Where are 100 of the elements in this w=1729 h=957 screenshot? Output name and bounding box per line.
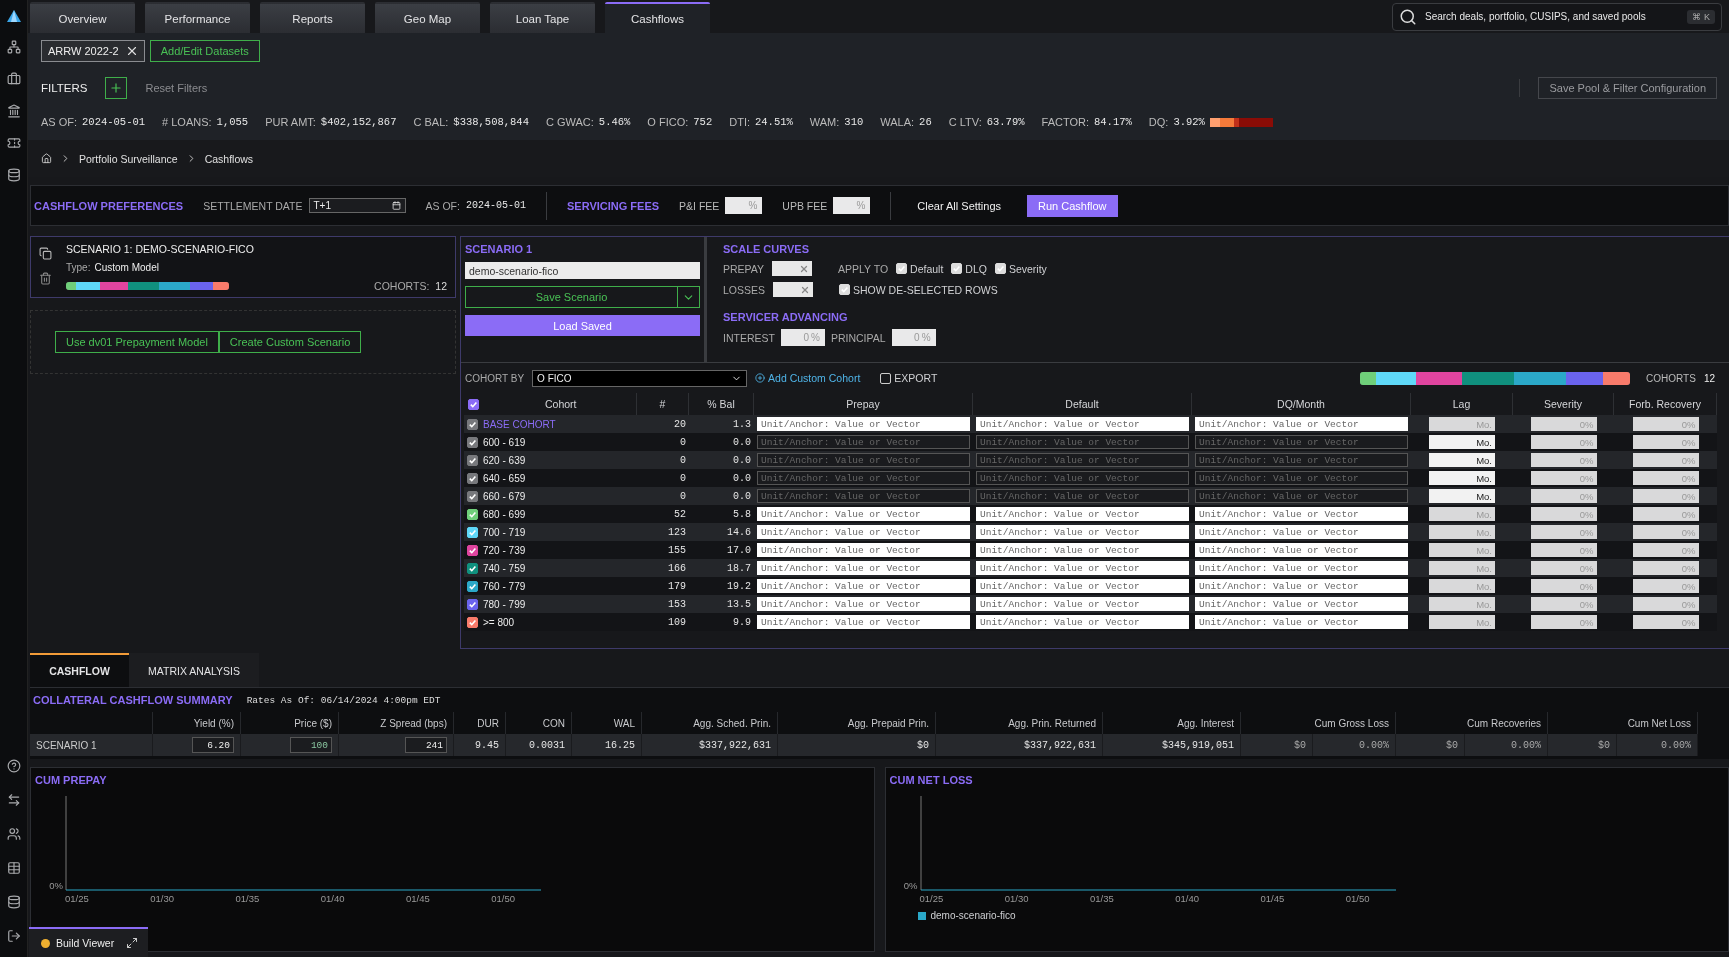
cohort-checkbox[interactable]: [467, 544, 478, 556]
advancing-field[interactable]: 0 %: [780, 329, 825, 346]
lag-field[interactable]: Mo.: [1429, 561, 1495, 575]
axis-tick: 01/30: [1004, 893, 1029, 904]
cohort-checkbox[interactable]: [467, 508, 478, 520]
cohort-checkbox[interactable]: [467, 526, 478, 538]
lag-field[interactable]: Mo.: [1429, 543, 1495, 557]
save-configuration-button[interactable]: Save Pool & Filter Configuration: [1538, 77, 1717, 99]
logout-icon[interactable]: [6, 929, 21, 943]
search-field[interactable]: Search deals, portfolio, CUSIPS, and saved pools ⌘ K: [1392, 2, 1722, 31]
table-cell: $0: [1294, 739, 1306, 751]
load-saved-button[interactable]: Load Saved: [465, 315, 700, 336]
column-header: Agg. Prepaid Prin.: [847, 717, 929, 729]
value-field[interactable]: 241: [405, 737, 447, 753]
losses-scale-field[interactable]: [773, 282, 814, 297]
swap-icon[interactable]: [6, 793, 21, 807]
nav-tab[interactable]: Performance: [145, 2, 250, 33]
bank-icon[interactable]: [6, 104, 21, 118]
nav-tab[interactable]: Overview: [30, 2, 135, 33]
clear-settings-button[interactable]: Clear All Settings: [911, 198, 1008, 213]
nav-tab[interactable]: Loan Tape: [490, 2, 595, 33]
lag-field[interactable]: Mo.: [1429, 525, 1495, 539]
axis-tick: 01/45: [405, 893, 430, 904]
table-icon[interactable]: [6, 861, 21, 875]
table-cell: 0: [680, 490, 686, 502]
table-cell: 0: [680, 454, 686, 466]
dataset-chip[interactable]: ARRW 2022-2: [41, 40, 145, 62]
edit-datasets-button[interactable]: Add/Edit Datasets: [149, 40, 260, 62]
view-tab[interactable]: CASHFLOW: [30, 653, 129, 687]
scenario-name-field[interactable]: demo-scenario-fico: [465, 262, 700, 279]
cohort-checkbox[interactable]: [467, 616, 478, 628]
cohort-checkbox[interactable]: [467, 580, 478, 592]
axis-tick: 01/25: [65, 893, 89, 904]
lag-field[interactable]: Mo.: [1429, 507, 1495, 521]
nav-tab[interactable]: Reports: [260, 2, 365, 33]
scenario-card[interactable]: SCENARIO 1: DEMO-SCENARIO-FICO Type: Custom Model COHORTS: 12: [30, 236, 456, 298]
cohort-name: 700 - 719: [483, 526, 526, 538]
lag-field[interactable]: Mo.: [1429, 597, 1495, 611]
add-filter-button[interactable]: [105, 77, 128, 99]
reset-filters-link[interactable]: Reset Filters: [145, 82, 208, 94]
add-cohort-link[interactable]: Add Custom Cohort: [755, 372, 861, 384]
stat-value: 752: [693, 116, 713, 128]
nav-tab[interactable]: Geo Map: [375, 2, 480, 33]
database-icon[interactable]: [6, 895, 21, 909]
breadcrumb-link[interactable]: Cashflows: [204, 152, 254, 165]
cohort-select[interactable]: O FICO: [532, 369, 748, 387]
briefcase-icon[interactable]: [6, 72, 21, 86]
prepay-scale-field[interactable]: [772, 261, 813, 276]
value-field[interactable]: 100: [290, 737, 332, 753]
advancing-field[interactable]: 0 %: [891, 329, 936, 346]
value-field[interactable]: 6.20: [192, 737, 234, 753]
network-icon[interactable]: [6, 40, 21, 54]
plus-circle-icon: [755, 373, 766, 383]
axis-tick: 01/45: [1260, 893, 1285, 904]
clear-icon[interactable]: [799, 263, 810, 274]
date-field[interactable]: T+1: [308, 198, 406, 213]
search-input[interactable]: Search deals, portfolio, CUSIPS, and saved pools: [1425, 11, 1680, 22]
checkbox-label: Default: [910, 262, 944, 275]
database-icon[interactable]: [6, 168, 21, 182]
users-icon[interactable]: [6, 827, 21, 841]
type-value: Custom Model: [94, 262, 159, 273]
field-label: P&I FEE: [679, 199, 720, 212]
clear-icon[interactable]: [800, 284, 811, 295]
table-cell: 16.25: [605, 739, 635, 751]
stat-value: 26: [919, 116, 932, 128]
column-header: WAL: [613, 717, 635, 729]
lag-field[interactable]: Mo.: [1429, 615, 1495, 629]
checkbox[interactable]: [468, 398, 479, 410]
table-cell: 0.0: [733, 490, 751, 502]
section-title: SERVICER ADVANCING: [723, 311, 849, 323]
view-tab[interactable]: MATRIX ANALYSIS: [129, 653, 259, 687]
lag-field[interactable]: Mo.: [1429, 417, 1495, 431]
scenario-action-button[interactable]: Create Custom Scenario: [218, 331, 362, 353]
nav-tab[interactable]: Cashflows: [605, 2, 710, 33]
expand-icon[interactable]: [126, 937, 139, 949]
cohort-checkbox[interactable]: [467, 418, 478, 430]
checkbox[interactable]: [880, 372, 892, 384]
cohort-checkbox[interactable]: [467, 562, 478, 574]
ticket-icon[interactable]: [6, 136, 21, 150]
breadcrumb-link[interactable]: Portfolio Surveillance: [79, 152, 178, 165]
table-cell: 109: [668, 616, 686, 628]
table-cell: 153: [668, 598, 686, 610]
build-viewer-bar[interactable]: Build Viewer: [29, 927, 148, 957]
column-header: DQ/Month: [1277, 398, 1325, 410]
dq-bar-drawing: [1209, 117, 1273, 127]
scenario-action-button[interactable]: Use dv01 Prepayment Model: [55, 331, 219, 353]
cohort-name: 720 - 739: [483, 544, 526, 556]
help-icon[interactable]: [6, 759, 21, 773]
lag-field[interactable]: Mo.: [1429, 579, 1495, 593]
table-cell: 0.00%: [1359, 739, 1389, 751]
axis-tick: 0%: [49, 880, 63, 891]
fee-field[interactable]: %: [833, 197, 871, 214]
run-cashflow-button[interactable]: Run Cashflow: [1027, 194, 1118, 217]
cohort-name: >= 800: [483, 616, 515, 628]
fee-field[interactable]: %: [725, 197, 763, 214]
stat-label: WALA:: [880, 116, 915, 128]
rates-as-of: Rates As Of: 06/14/2024 4:00pm EDT: [246, 694, 441, 706]
logo-icon[interactable]: [6, 10, 21, 22]
section-title: COLLATERAL CASHFLOW SUMMARY: [33, 694, 233, 706]
cohort-checkbox[interactable]: [467, 598, 478, 610]
